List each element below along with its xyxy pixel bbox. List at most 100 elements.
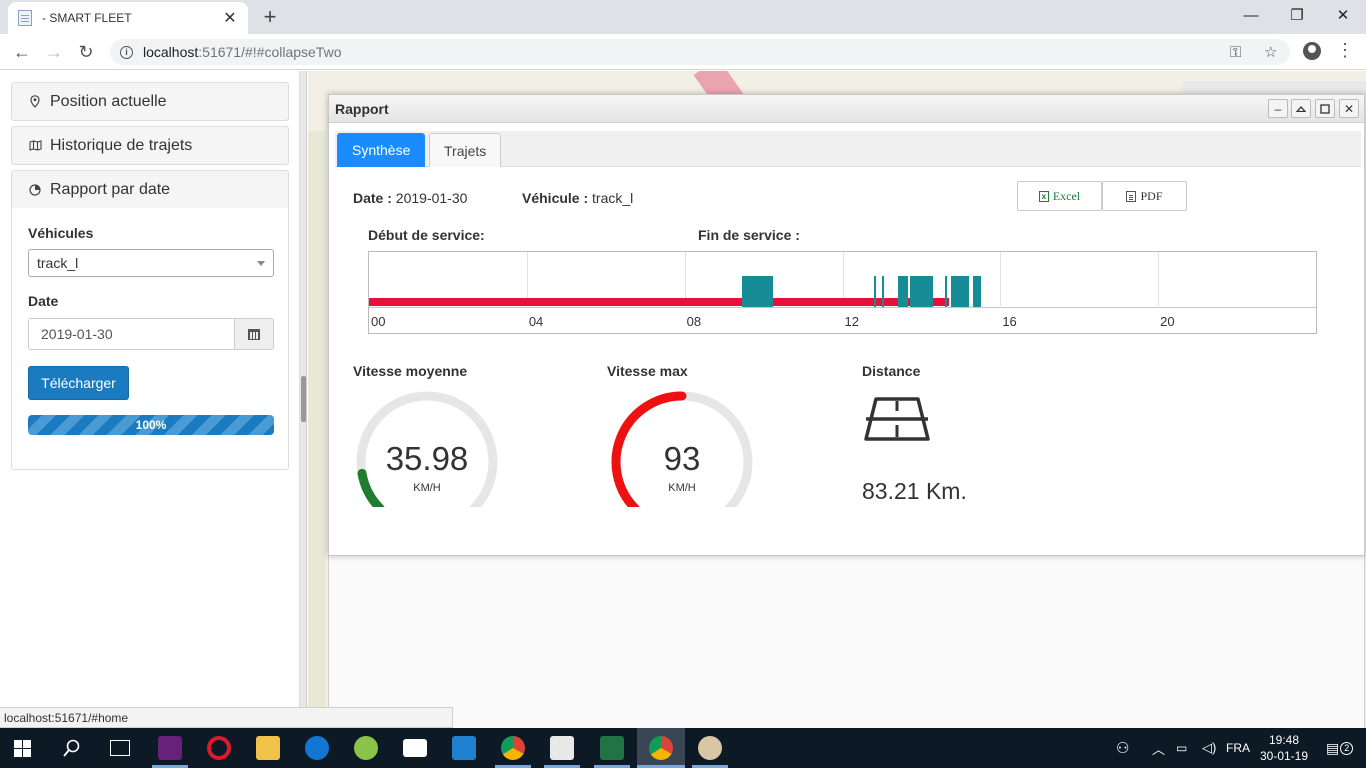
bookmark-star-icon[interactable]: ☆ [1264, 39, 1277, 65]
back-button[interactable]: ← [10, 40, 34, 64]
timeline-stop-block [881, 276, 884, 307]
chevron-down-icon [257, 261, 265, 266]
export-pdf-button[interactable]: PDF [1102, 181, 1187, 211]
sidebar-item-label: Historique de trajets [50, 136, 193, 154]
chrome-icon[interactable] [501, 736, 525, 760]
report-form: Véhicules track_l Date 2019-01-30 Téléch… [11, 208, 289, 470]
task-view-icon[interactable] [110, 740, 130, 756]
browser-tab[interactable]: - SMART FLEET ✕ [8, 2, 248, 34]
new-tab-button[interactable]: + [258, 4, 282, 30]
timeline-stop-block [945, 276, 948, 307]
excel-file-icon: x [1038, 190, 1049, 202]
service-end-label: Fin de service : [698, 227, 800, 243]
tab-synthese[interactable]: Synthèse [337, 133, 426, 167]
browser-tab-strip: - SMART FLEET ✕ + — ❐ ✕ [0, 0, 1366, 34]
close-tab-icon[interactable]: ✕ [222, 8, 238, 28]
timeline-tick-label: 08 [686, 314, 702, 329]
date-input-value: 2019-01-30 [41, 326, 113, 342]
sidebar-item-report[interactable]: Rapport par date [11, 170, 289, 209]
triangle-up-icon [1296, 105, 1306, 112]
paint-icon[interactable] [698, 736, 722, 760]
download-button[interactable]: Télécharger [28, 366, 129, 400]
vehicle-select[interactable]: track_l [28, 249, 274, 277]
visual-studio-icon[interactable] [158, 736, 182, 760]
sidebar-item-position[interactable]: Position actuelle [11, 82, 289, 121]
timeline-gridline [1158, 252, 1160, 306]
close-window-button[interactable]: ✕ [1320, 0, 1366, 30]
pdf-label: PDF [1140, 188, 1163, 203]
date-input[interactable]: 2019-01-30 [28, 318, 235, 350]
timeline-stop-block [897, 276, 908, 307]
timeline-service-bar [369, 298, 950, 306]
window-maximize-button[interactable] [1315, 99, 1335, 118]
clock-date: 30-01-19 [1259, 749, 1309, 763]
export-excel-button[interactable]: x Excel [1017, 181, 1102, 211]
windows-start-icon[interactable] [14, 740, 31, 757]
max-speed-value: 93 [663, 440, 701, 477]
avg-speed-gauge: 35.98 KM/H [352, 387, 502, 514]
report-vehicle-label: Véhicule : [522, 190, 589, 206]
map-icon [28, 140, 42, 151]
window-collapse-button[interactable] [1291, 99, 1311, 118]
opera-icon[interactable] [207, 736, 231, 760]
date-label: Date [28, 293, 59, 309]
chevron-up-icon[interactable]: ︿ [1152, 728, 1165, 768]
window-close-button[interactable]: ✕ [1339, 99, 1359, 118]
restore-window-button[interactable]: ❐ [1274, 0, 1320, 30]
timeline-axis [369, 307, 1316, 308]
map-panel [1183, 81, 1366, 95]
sidebar-item-label: Rapport par date [50, 180, 171, 198]
language-indicator[interactable]: FRA [1226, 728, 1250, 768]
excel-app-icon[interactable] [600, 736, 624, 760]
timeline-tick-label: 16 [1002, 314, 1017, 329]
mail-icon[interactable] [403, 739, 427, 757]
address-bar[interactable]: i localhost:51671/#!#collapseTwo ⚿ ☆ [110, 39, 1290, 65]
panel-splitter[interactable] [300, 71, 307, 728]
calendar-button[interactable] [234, 318, 274, 350]
timeline-stop-block [741, 276, 774, 307]
tab-trajets[interactable]: Trajets [429, 133, 502, 167]
timeline-gridline [1000, 252, 1002, 306]
report-window-titlebar[interactable]: Rapport [329, 95, 1364, 123]
file-explorer-icon[interactable] [256, 736, 280, 760]
excel-label: Excel [1052, 188, 1081, 203]
edge-icon[interactable] [305, 736, 329, 760]
network-icon[interactable]: ▭ [1176, 728, 1187, 768]
window-minimize-button[interactable]: – [1268, 99, 1288, 118]
sidebar-item-history[interactable]: Historique de trajets [11, 126, 289, 165]
chrome-active-icon[interactable] [649, 736, 673, 760]
pie-chart-icon [28, 183, 42, 196]
clock[interactable]: 19:48 30-01-19 [1256, 732, 1312, 764]
people-icon[interactable]: ⚇ [1116, 728, 1129, 768]
window-app-icon[interactable] [550, 736, 574, 760]
search-icon[interactable] [62, 738, 82, 758]
app-icon[interactable] [354, 736, 378, 760]
calendar-icon [248, 328, 260, 340]
forward-button[interactable]: → [42, 40, 66, 64]
report-tabs: Synthèse Trajets [335, 131, 1361, 167]
reload-button[interactable]: ↻ [74, 40, 98, 64]
notifications-icon[interactable]: ▤ 2 [1326, 728, 1354, 768]
page-content: Position actuelle Historique de trajets … [0, 71, 1366, 728]
timeline-tick-label: 12 [844, 314, 859, 329]
vscode-icon[interactable] [452, 736, 476, 760]
report-date: Date : 2019-01-30 [353, 190, 467, 206]
vehicles-label: Véhicules [28, 225, 94, 241]
minimize-window-button[interactable]: — [1228, 0, 1274, 30]
report-window: Rapport – ✕ Synthèse Trajets Date : 2019… [328, 94, 1365, 556]
sidebar: Position actuelle Historique de trajets … [0, 71, 300, 728]
timeline-tick-label: 04 [528, 314, 544, 329]
key-icon[interactable]: ⚿ [1230, 39, 1241, 65]
report-vehicle-value: track_l [592, 190, 634, 206]
distance-title: Distance [862, 363, 921, 379]
splitter-grip-handle[interactable] [301, 376, 306, 422]
download-progress-bar: 100% [28, 415, 274, 435]
profile-avatar-icon[interactable] [1303, 42, 1321, 60]
site-info-icon[interactable]: i [120, 45, 133, 59]
volume-icon[interactable]: ◁) [1202, 728, 1216, 768]
windows-taskbar: ⚇ ︿ ▭ ◁) FRA 19:48 30-01-19 ▤ 2 [0, 728, 1366, 768]
map-road [308, 131, 326, 728]
browser-menu-icon[interactable]: ⋮ [1336, 40, 1354, 60]
url-path: :51671/#!#collapseTwo [198, 44, 342, 60]
report-date-label: Date : [353, 190, 392, 206]
